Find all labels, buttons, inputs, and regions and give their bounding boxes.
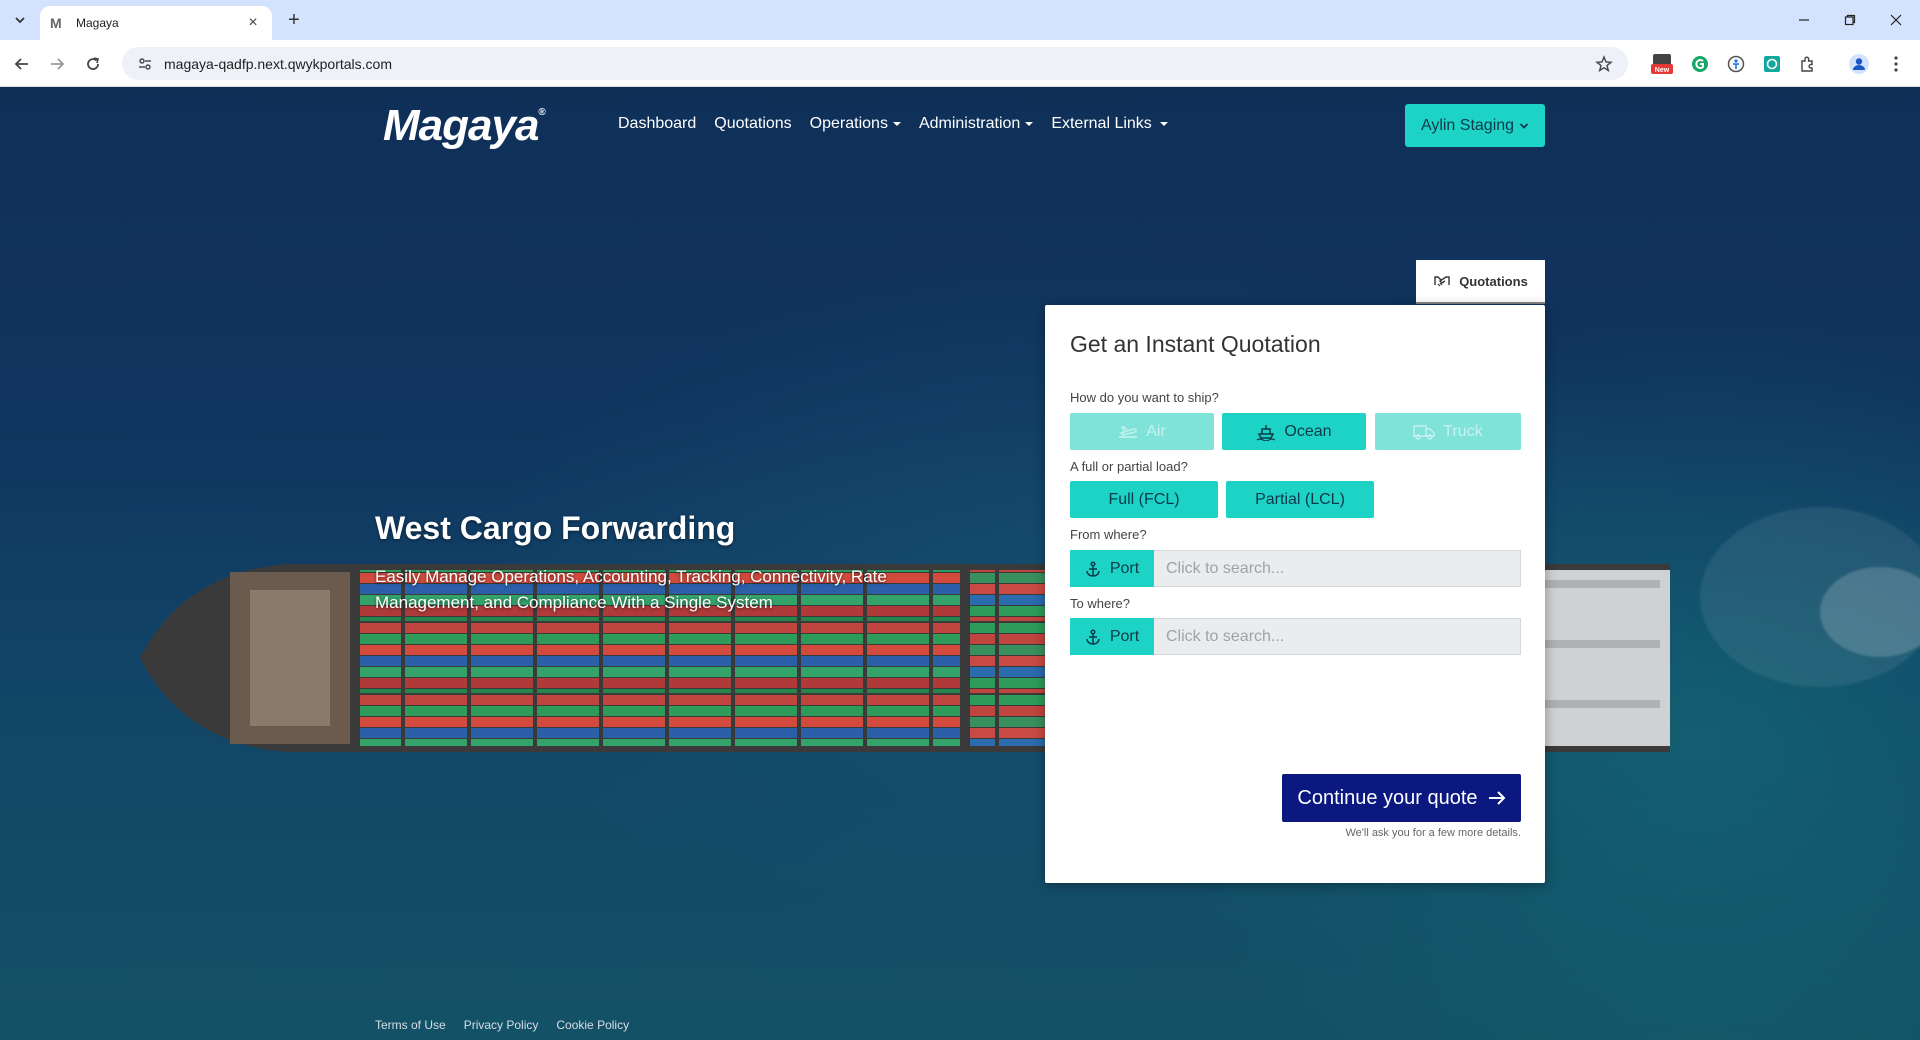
nav-administration[interactable]: Administration (918, 115, 1034, 133)
continue-quote-label: Continue your quote (1297, 786, 1478, 809)
plane-icon (1118, 424, 1138, 440)
extensions-puzzle-icon[interactable] (1796, 52, 1820, 76)
site-header: Magaya® Dashboard Quotations Operations … (0, 87, 1920, 159)
load-fcl-button[interactable]: Full (FCL) (1070, 481, 1218, 518)
tab-list-button[interactable] (8, 8, 32, 32)
privacy-policy-link[interactable]: Privacy Policy (464, 1018, 539, 1032)
logo-text: Magaya (383, 101, 539, 150)
url-text[interactable]: magaya-qadfp.next.qwykportals.com (164, 56, 1594, 72)
origin-port-type-button[interactable]: Port (1070, 550, 1154, 587)
minimize-button[interactable] (1781, 6, 1827, 34)
address-bar[interactable]: magaya-qadfp.next.qwykportals.com (122, 47, 1628, 80)
continue-quote-button[interactable]: Continue your quote (1282, 774, 1521, 822)
magaya-logo[interactable]: Magaya® (383, 101, 546, 151)
nav-dashboard[interactable]: Dashboard (618, 115, 696, 133)
load-lcl-label: Partial (LCL) (1255, 490, 1345, 508)
quote-card-title: Get an Instant Quotation (1070, 331, 1321, 357)
teal-extension-icon[interactable] (1760, 52, 1784, 76)
close-tab-icon[interactable]: × (244, 14, 262, 32)
origin-search-input[interactable] (1154, 550, 1521, 587)
user-menu-button[interactable]: Aylin Staging (1405, 104, 1545, 147)
bookmark-star-icon[interactable] (1594, 54, 1614, 73)
restore-icon (1844, 14, 1856, 26)
logo-registered-mark: ® (538, 107, 545, 118)
mode-air-label: Air (1146, 422, 1166, 440)
truck-icon (1413, 424, 1435, 440)
origin-question: From where? (1070, 527, 1147, 542)
main-navigation: Dashboard Quotations Operations Administ… (618, 115, 1186, 133)
new-tab-button[interactable]: + (282, 8, 306, 32)
chevron-down-icon (15, 17, 25, 24)
destination-port-type-button[interactable]: Port (1070, 618, 1154, 655)
back-button[interactable] (8, 50, 36, 78)
ship-icon (1256, 423, 1276, 441)
nav-dashboard-label: Dashboard (618, 115, 697, 132)
hero-subtitle: Easily Manage Operations, Accounting, Tr… (375, 567, 887, 612)
close-window-button[interactable] (1873, 6, 1919, 34)
mode-air-button[interactable]: Air (1070, 413, 1214, 450)
site-footer: Terms of Use Privacy Policy Cookie Polic… (375, 1018, 647, 1032)
nav-administration-label: Administration (918, 115, 1021, 132)
mode-truck-button[interactable]: Truck (1375, 413, 1521, 450)
load-type-question: A full or partial load? (1070, 459, 1188, 474)
nav-external-links[interactable]: External Links (1051, 115, 1168, 133)
browser-tab-bar: M Magaya × + (0, 0, 1920, 40)
caret-down-icon (892, 122, 901, 126)
continue-hint: We'll ask you for a few more details. (1345, 827, 1521, 839)
new-extension-icon[interactable]: New (1650, 52, 1674, 76)
browser-menu-icon[interactable] (1884, 52, 1908, 76)
arrow-right-icon (1488, 790, 1506, 806)
mode-ocean-button[interactable]: Ocean (1222, 413, 1366, 450)
quotation-handshake-icon (1433, 273, 1451, 289)
nav-operations[interactable]: Operations (810, 115, 901, 133)
nav-quotations[interactable]: Quotations (714, 115, 791, 133)
svg-text:New: New (1655, 67, 1670, 74)
back-arrow-icon (14, 58, 28, 70)
restore-button[interactable] (1827, 6, 1873, 34)
profile-avatar-icon[interactable] (1847, 52, 1871, 76)
anchor-icon (1085, 628, 1101, 645)
forward-button[interactable] (43, 50, 71, 78)
accessibility-extension-icon[interactable] (1724, 52, 1748, 76)
site-info-icon[interactable] (136, 55, 154, 73)
instant-quote-card: Get an Instant Quotation How do you want… (1045, 305, 1545, 883)
user-name: Aylin Staging (1420, 116, 1515, 134)
close-icon (1890, 14, 1902, 26)
nav-operations-label: Operations (809, 115, 888, 132)
browser-tab[interactable]: M Magaya × (40, 6, 272, 40)
mode-truck-label: Truck (1443, 422, 1483, 440)
nav-external-links-label: External Links (1051, 115, 1152, 132)
destination-port-label: Port (1109, 627, 1140, 645)
reload-button[interactable] (79, 50, 107, 78)
page-content: Magaya® Dashboard Quotations Operations … (0, 87, 1920, 1040)
quotations-tab[interactable]: Quotations (1416, 260, 1545, 304)
quotations-tab-label: Quotations (1459, 273, 1528, 289)
anchor-icon (1085, 560, 1101, 577)
tab-title: Magaya (76, 16, 119, 30)
favicon-icon: M (50, 15, 62, 31)
cookie-policy-link[interactable]: Cookie Policy (556, 1018, 629, 1032)
origin-port-row: Port (1070, 550, 1521, 587)
minimize-icon (1799, 19, 1809, 21)
nav-quotations-label: Quotations (714, 115, 792, 132)
origin-port-label: Port (1109, 559, 1140, 577)
destination-question: To where? (1070, 596, 1130, 611)
chevron-down-icon (1519, 122, 1529, 129)
ship-mode-question: How do you want to ship? (1070, 390, 1219, 405)
grammarly-icon[interactable] (1688, 52, 1712, 76)
caret-down-icon (1159, 122, 1168, 126)
browser-toolbar: magaya-qadfp.next.qwykportals.com New (0, 40, 1920, 87)
reload-icon (87, 57, 99, 70)
forward-arrow-icon (51, 58, 65, 70)
caret-down-icon (1025, 122, 1034, 126)
mode-ocean-label: Ocean (1284, 422, 1332, 440)
load-lcl-button[interactable]: Partial (LCL) (1226, 481, 1374, 518)
destination-port-row: Port (1070, 618, 1521, 655)
load-fcl-label: Full (FCL) (1108, 490, 1180, 508)
hero-title: West Cargo Forwarding (375, 510, 736, 546)
destination-search-input[interactable] (1154, 618, 1521, 655)
terms-of-use-link[interactable]: Terms of Use (375, 1018, 446, 1032)
